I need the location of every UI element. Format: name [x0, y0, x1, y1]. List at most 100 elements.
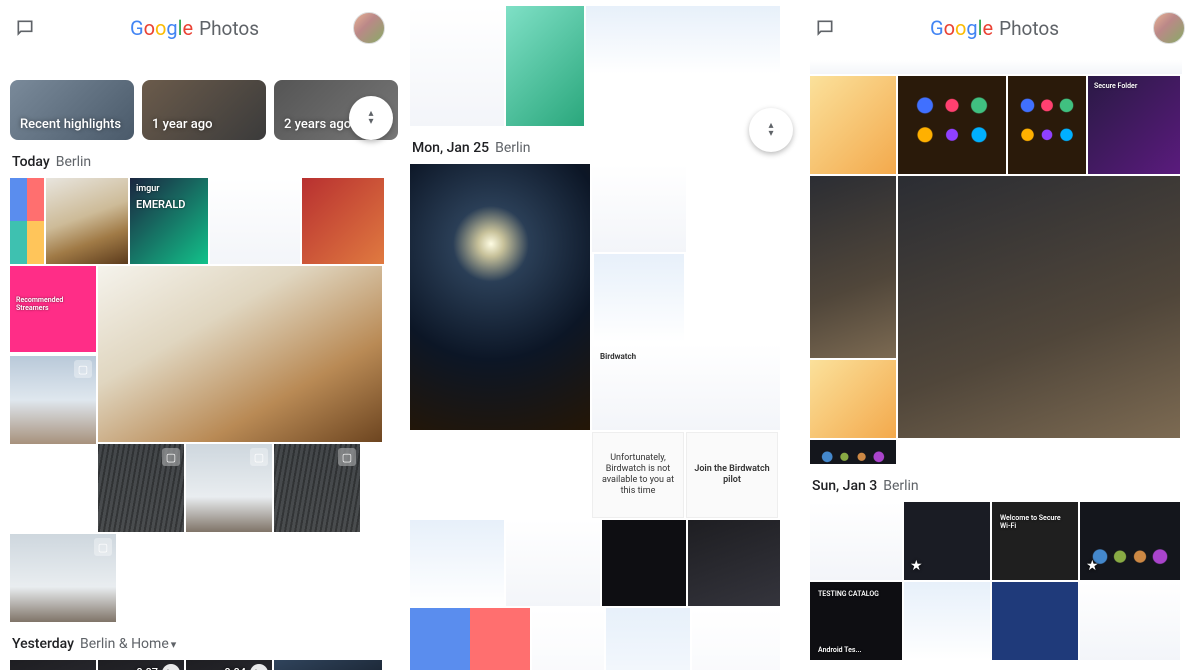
date-label: Today: [12, 154, 50, 170]
photo-thumb[interactable]: [586, 6, 780, 74]
photo-thumb[interactable]: TESTING CATALOG Android Tes...: [810, 582, 902, 660]
chat-icon[interactable]: [14, 17, 36, 39]
date-header[interactable]: Today Berlin: [0, 140, 399, 178]
chevron-down-icon: ▾: [171, 638, 177, 651]
thumb-text: Join the Birdwatch pilot: [687, 433, 777, 517]
profile-avatar[interactable]: [353, 12, 385, 44]
photo-grid-today: imgur EMERALD Recommended Streamers ▢ ▢ …: [0, 178, 399, 622]
header: Google Photos: [0, 0, 399, 56]
chat-icon[interactable]: [814, 17, 836, 39]
scroll-fab[interactable]: ▴ ▾: [749, 108, 793, 152]
photo-thumb[interactable]: [592, 164, 686, 252]
photo-thumb[interactable]: [594, 254, 684, 342]
location-label: Berlin: [883, 478, 918, 494]
photo-grid-jan3: ★ Welcome to Secure Wi-Fi ★ TESTING CATA…: [800, 502, 1199, 660]
photo-thumb[interactable]: [898, 176, 1180, 438]
star-icon: ★: [1086, 558, 1099, 574]
photo-thumb[interactable]: ▢: [98, 444, 184, 532]
highlight-card[interactable]: 1 year ago: [142, 80, 266, 140]
photo-thumb[interactable]: Recommended Streamers: [10, 266, 96, 352]
date-header[interactable]: Sun, Jan 3 Berlin: [800, 464, 1199, 502]
photo-thumb[interactable]: [810, 60, 1182, 74]
app-logo: Google Photos: [836, 16, 1153, 40]
photo-thumb[interactable]: ▢: [274, 444, 360, 532]
photo-thumb[interactable]: [810, 440, 896, 464]
photo-thumb[interactable]: [98, 266, 382, 442]
date-header[interactable]: Mon, Jan 25 Berlin: [400, 126, 799, 164]
photo-thumb[interactable]: Welcome to Secure Wi-Fi: [992, 502, 1078, 580]
pane-3: Google Photos Secure Folder Sun, Jan 3 B…: [800, 0, 1200, 670]
photo-thumb[interactable]: [274, 660, 382, 670]
video-duration: 0:07: [136, 666, 158, 670]
photo-thumb[interactable]: [898, 76, 1006, 174]
photo-thumb[interactable]: ▢: [10, 356, 96, 444]
photo-thumb[interactable]: [410, 6, 504, 126]
scroll-fab[interactable]: ▴ ▾: [349, 96, 393, 140]
photo-grid-yesterday: 0:07 ▶ 0:04▶: [0, 660, 399, 670]
highlight-label: 1 year ago: [152, 117, 212, 132]
photo-grid-jan25: Birdwatch Unfortunately, Birdwatch is no…: [400, 164, 799, 670]
photo-thumb[interactable]: [410, 164, 590, 430]
date-label: Yesterday: [12, 636, 74, 652]
photo-thumb[interactable]: [810, 502, 902, 580]
photo-thumb[interactable]: Secure Folder: [1088, 76, 1180, 174]
star-icon: ★: [910, 558, 923, 574]
thumb-text: imgur: [134, 182, 162, 196]
pane-2: ▴ ▾ Mon, Jan 25 Berlin Birdwatch Unfortu…: [400, 0, 800, 670]
photo-thumb[interactable]: [10, 178, 44, 264]
date-label: Mon, Jan 25: [412, 140, 489, 156]
photo-thumb[interactable]: [410, 520, 504, 606]
thumb-text: Unfortunately, Birdwatch is not availabl…: [593, 433, 683, 517]
profile-avatar[interactable]: [1153, 12, 1185, 44]
photo-thumb[interactable]: [302, 178, 384, 264]
photo-thumb[interactable]: 0:04▶: [186, 660, 272, 670]
play-icon: ▶: [162, 664, 180, 670]
thumb-text: Recommended Streamers: [14, 294, 96, 314]
photo-thumb[interactable]: [904, 582, 990, 660]
photo-thumb[interactable]: [506, 6, 584, 126]
photo-thumb[interactable]: [532, 608, 604, 670]
photo-thumb[interactable]: ★: [1080, 502, 1180, 580]
highlight-label: 2 years ago: [284, 117, 351, 132]
caret-down-icon: ▾: [368, 118, 373, 126]
photo-thumb[interactable]: [1008, 76, 1086, 174]
photo-thumb[interactable]: [46, 178, 128, 264]
photo-thumb[interactable]: imgur EMERALD: [130, 178, 208, 264]
photo-thumb[interactable]: [688, 520, 780, 606]
highlight-label: Recent highlights: [20, 117, 121, 132]
photo-thumb[interactable]: 0:07 ▶: [98, 660, 184, 670]
thumb-text: Welcome to Secure Wi-Fi: [998, 512, 1072, 532]
burst-icon: ▢: [94, 538, 112, 556]
photo-thumb[interactable]: Join the Birdwatch pilot: [686, 432, 778, 518]
photo-thumb[interactable]: [606, 608, 690, 670]
pane-1: Google Photos Recent highlights 1 year a…: [0, 0, 400, 670]
location-label: Berlin: [495, 140, 530, 156]
photo-thumb[interactable]: ★: [904, 502, 990, 580]
date-header[interactable]: Yesterday Berlin & Home ▾: [0, 622, 399, 660]
photo-thumb[interactable]: [810, 360, 896, 438]
photo-thumb[interactable]: [692, 608, 780, 670]
photo-thumb[interactable]: [210, 178, 300, 264]
thumb-text: TESTING CATALOG: [816, 588, 881, 600]
photo-thumb[interactable]: Birdwatch: [592, 344, 780, 430]
photo-thumb[interactable]: [10, 660, 96, 670]
thumb-text: Birdwatch: [598, 350, 638, 363]
highlights-strip[interactable]: Recent highlights 1 year ago 2 years ago: [0, 80, 399, 140]
photo-thumb[interactable]: [810, 176, 896, 358]
photo-thumb[interactable]: [992, 582, 1078, 660]
photo-thumb[interactable]: ▢: [186, 444, 272, 532]
date-label: Sun, Jan 3: [812, 478, 877, 494]
highlight-card[interactable]: Recent highlights: [10, 80, 134, 140]
logo-word-photos: Photos: [999, 17, 1059, 40]
photo-thumb[interactable]: [810, 76, 896, 174]
photo-thumb[interactable]: [1080, 582, 1180, 660]
burst-icon: ▢: [250, 448, 268, 466]
photo-grid-top: Secure Folder: [800, 56, 1199, 464]
photo-thumb[interactable]: [506, 520, 600, 606]
photo-thumb[interactable]: Unfortunately, Birdwatch is not availabl…: [592, 432, 684, 518]
photo-thumb[interactable]: [602, 520, 686, 606]
video-duration: 0:04: [224, 666, 246, 670]
photo-thumb[interactable]: [410, 608, 530, 670]
header: Google Photos: [800, 0, 1199, 56]
photo-thumb[interactable]: ▢: [10, 534, 116, 622]
